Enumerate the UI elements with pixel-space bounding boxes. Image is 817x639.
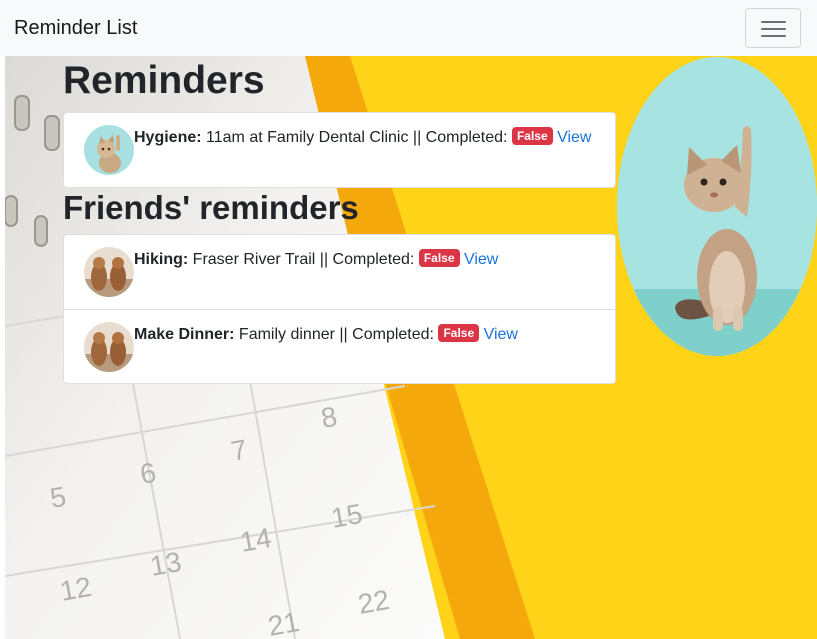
reminder-line: Hygiene: 11am at Family Dental Clinic ||… — [134, 127, 591, 148]
navbar-toggler-button[interactable] — [745, 8, 801, 48]
cat-avatar — [84, 125, 134, 175]
view-link[interactable]: View — [557, 129, 591, 146]
reminders-list: Hygiene: 11am at Family Dental Clinic ||… — [63, 112, 616, 188]
list-item: Hiking: Fraser River Trail || Completed:… — [64, 235, 615, 309]
calendar-number: 21 — [266, 606, 302, 639]
view-link[interactable]: View — [464, 251, 498, 268]
view-link[interactable]: View — [484, 326, 518, 343]
reminder-title: Hiking: — [134, 251, 189, 268]
dogs-avatar — [84, 247, 134, 297]
list-item: Make Dinner: Family dinner || Completed:… — [64, 309, 615, 383]
reminder-description: 11am at Family Dental Clinic || Complete… — [206, 129, 508, 146]
status-badge: False — [418, 249, 460, 267]
reminder-description: Fraser River Trail || Completed: — [192, 251, 415, 268]
calendar-number: 14 — [238, 522, 274, 558]
reminder-line: Make Dinner: Family dinner || Completed:… — [134, 324, 518, 345]
calendar-number: 22 — [356, 584, 392, 620]
section-title: Friends' reminders — [63, 189, 359, 226]
reminder-title: Hygiene: — [134, 129, 202, 146]
kitten-photo — [617, 57, 817, 356]
calendar-number: 12 — [58, 571, 94, 607]
status-badge: False — [511, 127, 553, 145]
reminder-title: Make Dinner: — [134, 326, 235, 343]
reminder-line: Hiking: Fraser River Trail || Completed:… — [134, 249, 498, 270]
friends-reminders-list: Hiking: Fraser River Trail || Completed:… — [63, 234, 616, 384]
reminder-description: Family dinner || Completed: — [238, 326, 434, 343]
calendar-number: 13 — [148, 546, 184, 582]
dogs-avatar — [84, 322, 134, 372]
list-item: Hygiene: 11am at Family Dental Clinic ||… — [64, 113, 615, 187]
page-title: Reminders — [63, 59, 265, 102]
status-badge: False — [438, 324, 480, 342]
navbar: Reminder List — [0, 0, 817, 56]
navbar-brand[interactable]: Reminder List — [14, 15, 137, 41]
calendar-number: 15 — [329, 498, 365, 534]
